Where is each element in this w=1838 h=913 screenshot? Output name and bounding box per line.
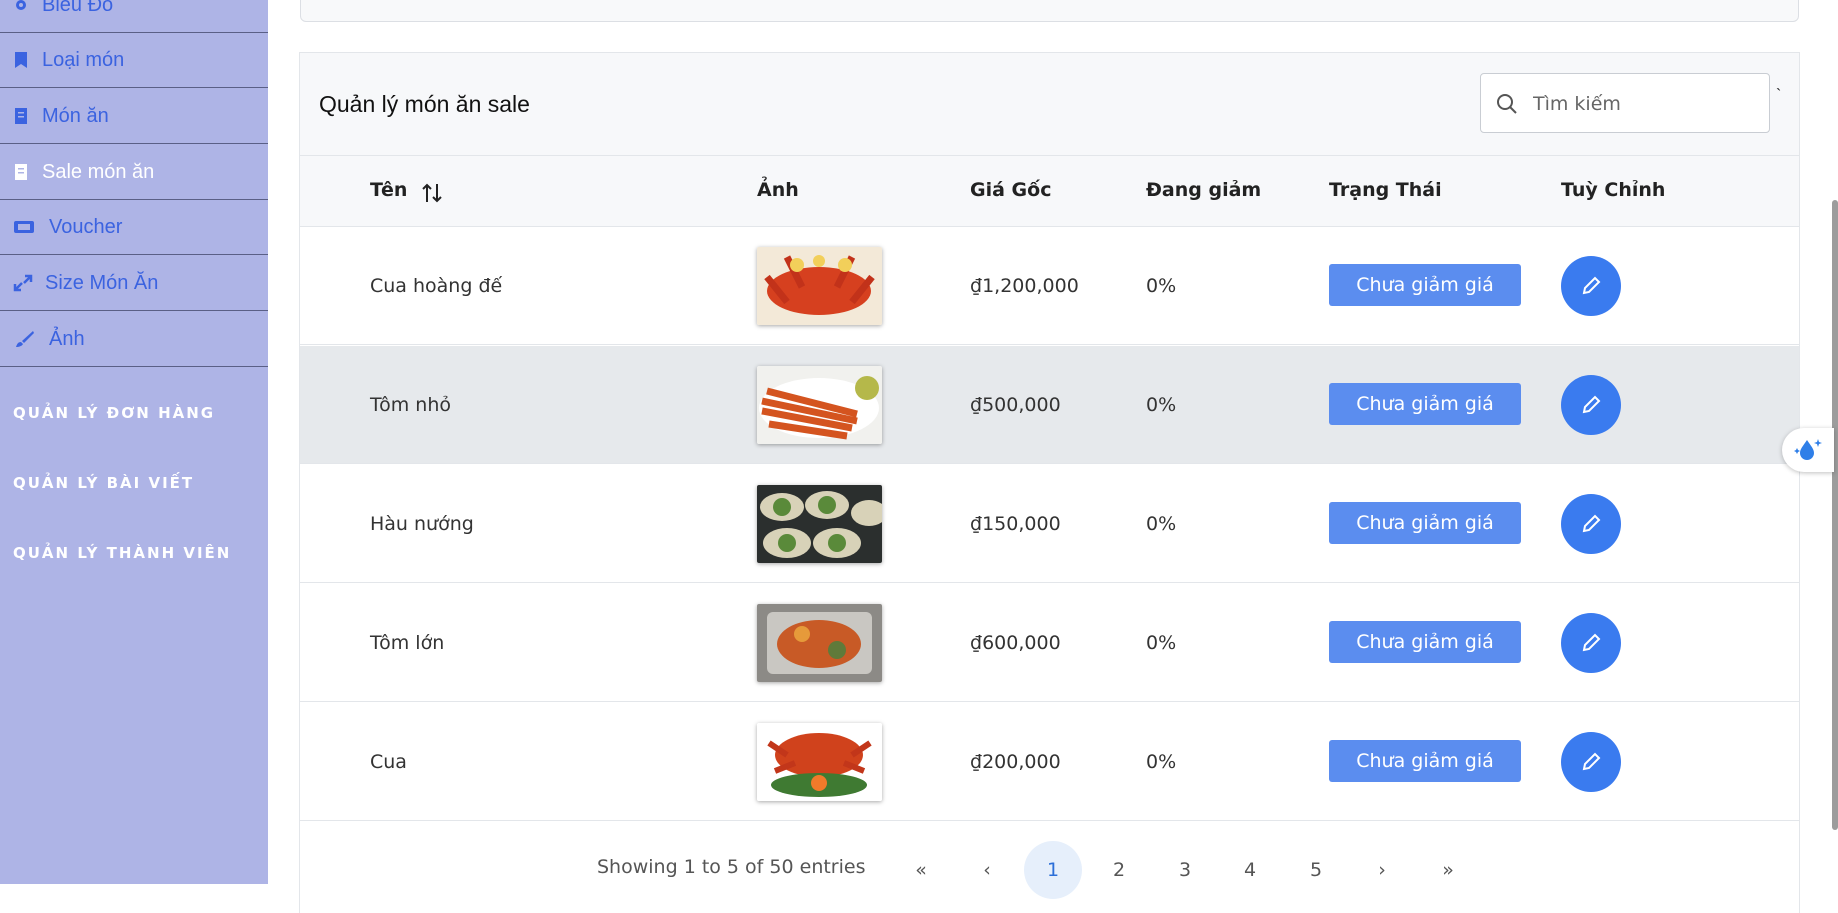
edit-button[interactable]: [1561, 256, 1621, 316]
dish-image: [757, 247, 882, 325]
sparkle-drop-icon: [1794, 439, 1822, 460]
page-title: Quản lý món ăn sale: [319, 91, 530, 117]
table-row: Hàu nướng ₫150,000 0% Chưa giảm giá: [300, 465, 1799, 583]
pencil-icon: [1582, 633, 1601, 652]
table-row: Cua hoàng đế ₫1,200,000 0% Chưa giảm giá: [300, 227, 1799, 345]
header-discount: Đang giảm: [1146, 179, 1262, 201]
dish-image: [757, 604, 882, 682]
bookmark-icon: [15, 52, 27, 68]
edit-button[interactable]: [1561, 732, 1621, 792]
table-row: Cua ₫200,000 0% Chưa giảm giá: [300, 703, 1799, 821]
dish-price: ₫1,200,000: [970, 275, 1079, 297]
sidebar-item-mon-an[interactable]: Món ăn: [0, 89, 268, 144]
dish-price: ₫200,000: [970, 751, 1061, 773]
sidebar-item-anh[interactable]: Ảnh: [0, 312, 268, 367]
sidebar-item-voucher[interactable]: Voucher: [0, 200, 268, 255]
page-2-button[interactable]: 2: [1090, 841, 1148, 899]
sidebar-item-label: Sale món ăn: [42, 160, 155, 183]
edit-button[interactable]: [1561, 494, 1621, 554]
main-content: Quản lý món ăn sale ` Tên Ảnh Giá Gốc Đa…: [268, 0, 1838, 913]
dish-discount: 0%: [1146, 513, 1177, 535]
edit-button[interactable]: [1561, 613, 1621, 673]
sidebar-item-label: Món ăn: [42, 104, 109, 127]
sidebar-item-label: Loại món: [42, 48, 125, 71]
search-input[interactable]: [1531, 86, 1755, 122]
header-action: Tuỳ Chỉnh: [1561, 179, 1666, 201]
table-row: Tôm nhỏ ₫500,000 0% Chưa giảm giá: [300, 346, 1799, 464]
sidebar-item-size-mon-an[interactable]: Size Món Ăn: [0, 256, 268, 311]
floating-helper-button[interactable]: [1782, 428, 1834, 472]
page-next-button[interactable]: ›: [1353, 841, 1411, 899]
edit-button[interactable]: [1561, 375, 1621, 435]
section-quan-ly-bai-viet[interactable]: QUẢN LÝ BÀI VIẾT: [13, 474, 194, 492]
dish-image: [757, 485, 882, 563]
sort-icon[interactable]: [421, 182, 443, 204]
pagination-info: Showing 1 to 5 of 50 entries: [597, 856, 866, 878]
status-button[interactable]: Chưa giảm giá: [1329, 740, 1521, 782]
sidebar-item-label: Biểu Đồ: [42, 0, 114, 16]
header-name: Tên: [370, 179, 408, 201]
section-quan-ly-don-hang[interactable]: QUẢN LÝ ĐƠN HÀNG: [13, 404, 215, 422]
page-5-button[interactable]: 5: [1287, 841, 1345, 899]
pencil-icon: [1582, 395, 1601, 414]
page-prev-button[interactable]: ‹: [958, 841, 1016, 899]
page-3-button[interactable]: 3: [1156, 841, 1214, 899]
dish-image: [757, 723, 882, 801]
sidebar-item-label: Voucher: [49, 215, 123, 238]
page-4-button[interactable]: 4: [1221, 841, 1279, 899]
top-card: [300, 0, 1799, 22]
receipt-icon: [15, 164, 27, 180]
page-first-button[interactable]: «: [892, 841, 950, 899]
table-row: Tôm lớn ₫600,000 0% Chưa giảm giá: [300, 584, 1799, 702]
pencil-icon: [1582, 752, 1601, 771]
header-price: Giá Gốc: [970, 179, 1052, 201]
dish-name: Cua: [370, 751, 407, 773]
gear-icon: [16, 0, 26, 10]
dish-discount: 0%: [1146, 394, 1177, 416]
page-last-button[interactable]: »: [1419, 841, 1477, 899]
expand-icon: [13, 274, 33, 292]
dish-discount: 0%: [1146, 632, 1177, 654]
page-1-button[interactable]: 1: [1024, 841, 1082, 899]
table-header: Tên Ảnh Giá Gốc Đang giảm Trạng Thái Tuỳ…: [300, 156, 1799, 227]
sale-panel: Quản lý món ăn sale ` Tên Ảnh Giá Gốc Đa…: [299, 52, 1800, 913]
section-quan-ly-thanh-vien[interactable]: QUẢN LÝ THÀNH VIÊN: [13, 544, 231, 562]
status-button[interactable]: Chưa giảm giá: [1329, 264, 1521, 306]
dish-name: Hàu nướng: [370, 513, 474, 535]
status-button[interactable]: Chưa giảm giá: [1329, 383, 1521, 425]
dish-price: ₫150,000: [970, 513, 1061, 535]
sidebar-item-bieu-do[interactable]: Biểu Đồ: [0, 0, 268, 33]
sidebar: Biểu Đồ Loại món Món ăn Sale món ăn Vouc…: [0, 0, 268, 884]
sidebar-item-label: Ảnh: [49, 327, 85, 350]
dish-price: ₫600,000: [970, 632, 1061, 654]
dish-name: Tôm lớn: [370, 632, 445, 654]
pencil-icon: [1582, 514, 1601, 533]
pencil-icon: [1582, 276, 1601, 295]
scrollbar[interactable]: [1832, 200, 1838, 830]
header-image: Ảnh: [757, 179, 799, 201]
sidebar-item-sale-mon-an[interactable]: Sale món ăn: [0, 145, 268, 200]
panel-header: Quản lý món ăn sale `: [300, 53, 1799, 156]
dish-image: [757, 366, 882, 444]
dish-discount: 0%: [1146, 751, 1177, 773]
receipt-icon: [15, 108, 27, 124]
sidebar-item-loai-mon[interactable]: Loại món: [0, 33, 268, 88]
status-button[interactable]: Chưa giảm giá: [1329, 621, 1521, 663]
pagination: Showing 1 to 5 of 50 entries « ‹ 1 2 3 4…: [300, 823, 1799, 899]
ticket-icon: [14, 221, 34, 233]
status-button[interactable]: Chưa giảm giá: [1329, 502, 1521, 544]
search-box[interactable]: [1480, 73, 1770, 133]
header-status: Trạng Thái: [1329, 179, 1442, 201]
dish-price: ₫500,000: [970, 394, 1061, 416]
search-icon: [1497, 94, 1517, 114]
brush-icon: [16, 331, 34, 347]
dish-name: Cua hoàng đế: [370, 275, 503, 297]
dish-discount: 0%: [1146, 275, 1177, 297]
sidebar-item-label: Size Món Ăn: [45, 271, 159, 294]
stray-mark: `: [1776, 87, 1782, 104]
dish-name: Tôm nhỏ: [370, 394, 452, 416]
